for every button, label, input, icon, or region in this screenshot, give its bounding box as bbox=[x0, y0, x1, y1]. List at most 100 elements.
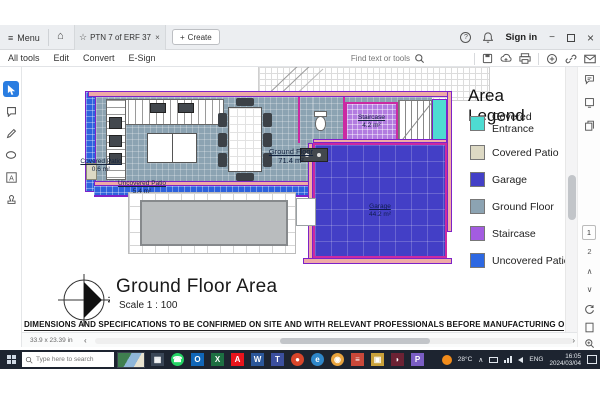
task-view-icon[interactable]: ▦ bbox=[151, 353, 164, 366]
vertical-scrollbar-thumb[interactable] bbox=[568, 175, 576, 220]
find-input[interactable] bbox=[338, 54, 410, 63]
legend-swatch-covered-patio bbox=[470, 145, 485, 160]
chair bbox=[236, 173, 254, 181]
cloud-upload-icon[interactable] bbox=[500, 53, 512, 64]
tray-expand-icon[interactable]: ∧ bbox=[478, 356, 483, 364]
pdf-page[interactable]: Staircase 4.2 m² Covered Entrance 6.3 m²… bbox=[22, 67, 565, 332]
wall-line bbox=[298, 97, 300, 143]
note-icon bbox=[584, 97, 595, 108]
convert-button[interactable]: Convert bbox=[83, 53, 115, 63]
stamp-tool-button[interactable] bbox=[3, 191, 19, 207]
scroll-right-icon[interactable]: › bbox=[572, 336, 575, 345]
ground-floor-area: 71.4 m² bbox=[252, 156, 330, 165]
current-page-indicator[interactable]: 1 bbox=[582, 225, 596, 240]
search-icon[interactable] bbox=[414, 53, 425, 64]
page-dimensions: 33.9 x 23.39 in bbox=[30, 337, 73, 344]
cursor-icon bbox=[7, 84, 16, 95]
vertical-scrollbar[interactable] bbox=[565, 67, 577, 347]
temperature[interactable]: 28°C bbox=[458, 356, 473, 363]
date: 2024/03/04 bbox=[549, 360, 581, 367]
draw-tool-button[interactable] bbox=[3, 125, 19, 141]
whatsapp-icon[interactable]: ☎ bbox=[171, 353, 184, 366]
all-tools-button[interactable]: All tools bbox=[8, 53, 40, 63]
battery-icon[interactable] bbox=[489, 357, 498, 363]
desktop: ≡ Menu ⌂ ☆ PTN 7 of ERF 37 Edenbu... × +… bbox=[0, 0, 600, 400]
maximize-button[interactable] bbox=[567, 34, 575, 42]
excel-icon[interactable]: X bbox=[211, 353, 224, 366]
plus-icon: + bbox=[180, 33, 185, 42]
outlook-icon[interactable]: O bbox=[191, 353, 204, 366]
comment-tool-button[interactable] bbox=[3, 103, 19, 119]
chrome-icon[interactable]: ◉ bbox=[331, 353, 344, 366]
time: 16:05 bbox=[549, 353, 581, 360]
weather-icon[interactable] bbox=[442, 355, 452, 365]
menu-button[interactable]: ≡ Menu bbox=[8, 30, 40, 45]
share-icon[interactable] bbox=[546, 53, 558, 65]
task-view-thumbnail[interactable] bbox=[117, 352, 145, 368]
zoom-in-button[interactable] bbox=[583, 337, 596, 350]
edge-icon[interactable]: e bbox=[311, 353, 324, 366]
toilet-fixture bbox=[315, 116, 326, 131]
legend-item: Ground Floor bbox=[470, 199, 565, 214]
system-tray: 28°C ∧ ENG 16:05 2024/03/04 bbox=[442, 350, 597, 369]
legend-swatch-staircase bbox=[470, 226, 485, 241]
photos-icon[interactable]: ▣ bbox=[371, 353, 384, 366]
mail-icon[interactable] bbox=[584, 54, 596, 64]
scroll-left-icon[interactable]: ‹ bbox=[84, 336, 87, 345]
text-tool-button[interactable]: A bbox=[3, 169, 19, 185]
print-icon[interactable] bbox=[519, 53, 531, 64]
minimize-button[interactable]: − bbox=[549, 32, 555, 43]
highlight-tool-button[interactable] bbox=[3, 147, 19, 163]
save-icon[interactable] bbox=[482, 53, 493, 64]
select-tool-button[interactable] bbox=[3, 81, 19, 97]
legend-item: Covered Patio bbox=[470, 145, 565, 160]
horizontal-scrollbar-thumb[interactable] bbox=[280, 338, 430, 344]
uncovered-patio-label: Uncovered Patio bbox=[110, 180, 174, 188]
notification-center-icon[interactable] bbox=[587, 355, 597, 364]
create-button[interactable]: + Create bbox=[172, 29, 220, 45]
word-icon[interactable]: W bbox=[251, 353, 264, 366]
network-icon[interactable] bbox=[504, 356, 512, 363]
esign-button[interactable]: E-Sign bbox=[129, 53, 156, 63]
rotate-page-button[interactable] bbox=[583, 303, 596, 316]
chair bbox=[236, 98, 254, 106]
fit-page-button[interactable] bbox=[583, 321, 596, 334]
disclaimer-text: DIMENSIONS AND SPECIFICATIONS TO BE CONF… bbox=[24, 319, 564, 331]
comment-icon bbox=[6, 106, 17, 117]
media-app-icon[interactable]: ◗ bbox=[391, 353, 404, 366]
edit-button[interactable]: Edit bbox=[54, 53, 70, 63]
horizontal-scrollbar[interactable] bbox=[95, 338, 573, 344]
stripes-app-icon[interactable]: ≡ bbox=[351, 353, 364, 366]
acrobat-icon[interactable]: A bbox=[231, 353, 244, 366]
page-up-icon[interactable]: ∧ bbox=[583, 265, 596, 278]
bell-icon[interactable] bbox=[483, 32, 493, 43]
link-icon[interactable] bbox=[565, 53, 577, 65]
annotations-panel-button[interactable] bbox=[583, 96, 596, 109]
volume-icon[interactable] bbox=[518, 357, 523, 363]
next-page-number[interactable]: 2 bbox=[583, 245, 596, 258]
chair bbox=[218, 153, 227, 167]
paint-app-icon[interactable]: P bbox=[411, 353, 424, 366]
taskbar-search-input[interactable] bbox=[36, 356, 110, 363]
home-icon[interactable]: ⌂ bbox=[57, 30, 64, 42]
clock[interactable]: 16:05 2024/03/04 bbox=[549, 353, 581, 367]
tab-close-icon[interactable]: × bbox=[155, 33, 160, 42]
sign-in-button[interactable]: Sign in bbox=[505, 32, 537, 43]
language-indicator[interactable]: ENG bbox=[529, 356, 543, 363]
chair bbox=[263, 113, 272, 127]
star-icon[interactable]: ☆ bbox=[79, 32, 87, 43]
comments-panel-button[interactable] bbox=[583, 73, 596, 86]
close-button[interactable]: × bbox=[587, 31, 594, 45]
taskbar-search[interactable] bbox=[22, 352, 114, 367]
teams-icon[interactable]: T bbox=[271, 353, 284, 366]
help-icon[interactable]: ? bbox=[460, 32, 471, 43]
sphere-icon[interactable]: ● bbox=[291, 353, 304, 366]
pool bbox=[140, 200, 288, 246]
page-down-icon[interactable]: ∨ bbox=[583, 283, 596, 296]
right-tool-rail: 1 2 ∧ ∨ bbox=[577, 67, 600, 347]
appliance bbox=[109, 117, 122, 129]
document-tab[interactable]: ☆ PTN 7 of ERF 37 Edenbu... × bbox=[74, 25, 166, 50]
start-button[interactable] bbox=[0, 350, 22, 369]
pages-panel-button[interactable] bbox=[583, 119, 596, 132]
appliance bbox=[109, 135, 122, 147]
